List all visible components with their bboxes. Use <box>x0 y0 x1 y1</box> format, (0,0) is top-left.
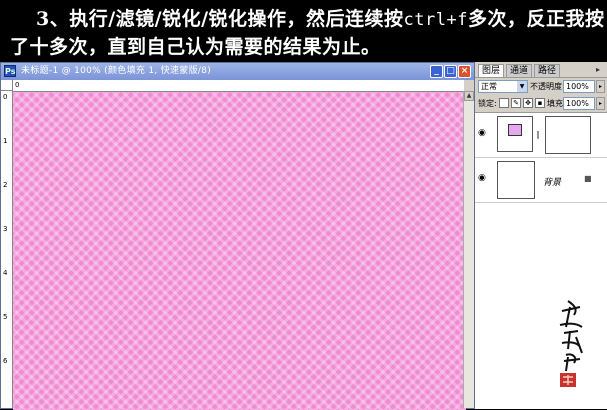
lock-pixels-icon[interactable]: ✎ <box>511 98 521 108</box>
chevron-down-icon: ▼ <box>517 81 527 92</box>
ruler-left-tick: 2 <box>3 181 8 189</box>
vertical-scrollbar[interactable]: ▲ <box>463 91 474 408</box>
ruler-top-tick: 0 <box>15 81 20 89</box>
lock-transparency-icon[interactable] <box>499 98 509 108</box>
ruler-left-tick: 6 <box>3 357 8 365</box>
eye-icon[interactable]: ◉ <box>478 174 488 183</box>
calligraphy-watermark-logo <box>559 300 583 387</box>
background-layer-thumbnail[interactable] <box>497 161 535 199</box>
blend-mode-select[interactable]: 正常 ▼ <box>478 80 528 93</box>
layer-row-background[interactable]: ◉ 背景 ■ <box>475 158 607 203</box>
horizontal-ruler[interactable]: 0 <box>13 80 464 92</box>
chain-link-icon[interactable]: ∥ <box>536 130 540 139</box>
layer-mask-thumbnail[interactable] <box>545 116 591 154</box>
lock-position-icon[interactable]: ✥ <box>523 98 533 108</box>
blend-mode-value: 正常 <box>481 82 497 91</box>
color-swatch-icon <box>508 124 522 136</box>
ruler-left-tick: 5 <box>3 313 8 321</box>
opacity-input[interactable]: 100% <box>563 80 595 93</box>
caption-text-a: 3、执行/滤镜/锐化/锐化操作，然后连续按 <box>36 8 404 30</box>
opacity-slider-arrow-icon[interactable]: ▸ <box>596 80 605 93</box>
document-window[interactable]: Ps 未标题-1 @ 100% (颜色填充 1, 快速蒙版/8) _ □ × 0… <box>0 62 475 410</box>
ruler-left-tick: 3 <box>3 225 8 233</box>
close-button[interactable]: × <box>458 65 471 78</box>
document-titlebar[interactable]: Ps 未标题-1 @ 100% (颜色填充 1, 快速蒙版/8) _ □ × <box>1 63 474 80</box>
tab-channels[interactable]: 通道 <box>506 64 533 77</box>
scroll-up-icon[interactable]: ▲ <box>464 91 474 101</box>
caption-line-2: 了十多次，直到自己认为需要的结果为止。 <box>10 36 381 58</box>
ruler-left-tick: 1 <box>3 137 8 145</box>
maximize-button[interactable]: □ <box>444 65 457 78</box>
layer-row-fill[interactable]: ◉ ∥ <box>475 113 607 158</box>
fill-slider-arrow-icon[interactable]: ▸ <box>596 97 605 110</box>
tab-paths[interactable]: 路径 <box>534 64 561 77</box>
ruler-left-tick: 4 <box>3 269 8 277</box>
fill-input[interactable]: 100% <box>563 97 595 110</box>
document-canvas[interactable] <box>13 92 466 410</box>
ruler-origin[interactable] <box>1 80 13 91</box>
lock-label: 锁定: <box>478 99 497 108</box>
lock-fill-row: 锁定: ✎ ✥ ▪ 填充: 100% ▸ <box>475 95 607 113</box>
fill-layer-thumbnail[interactable] <box>497 116 533 152</box>
vertical-ruler[interactable]: 0 1 2 3 4 5 6 <box>1 91 13 408</box>
tab-layers[interactable]: 图层 <box>478 64 505 77</box>
caption-text-b: 多次，反正我按 <box>467 8 605 30</box>
blend-opacity-row: 正常 ▼ 不透明度: 100% ▸ <box>475 78 607 95</box>
instruction-caption: 3、执行/滤镜/锐化/锐化操作，然后连续按ctrl+f多次，反正我按 了十多次，… <box>0 0 607 62</box>
lock-all-icon[interactable]: ▪ <box>535 98 545 108</box>
background-layer-name: 背景 <box>543 178 562 188</box>
caption-shortcut: ctrl+f <box>403 10 468 30</box>
eye-icon[interactable]: ◉ <box>478 129 488 138</box>
ruler-left-tick: 0 <box>3 93 8 101</box>
minimize-button[interactable]: _ <box>430 65 443 78</box>
lock-icon: ■ <box>584 174 592 183</box>
panel-tab-bar: 图层 通道 路径 ▸ <box>475 62 607 78</box>
opacity-label: 不透明度: <box>530 82 565 91</box>
panel-menu-icon[interactable]: ▸ <box>592 64 604 75</box>
photoshop-document-icon: Ps <box>4 65 16 77</box>
caption-line-1: 3、执行/滤镜/锐化/锐化操作，然后连续按ctrl+f多次，反正我按 <box>10 6 607 34</box>
document-title: 未标题-1 @ 100% (颜色填充 1, 快速蒙版/8) <box>21 66 212 76</box>
